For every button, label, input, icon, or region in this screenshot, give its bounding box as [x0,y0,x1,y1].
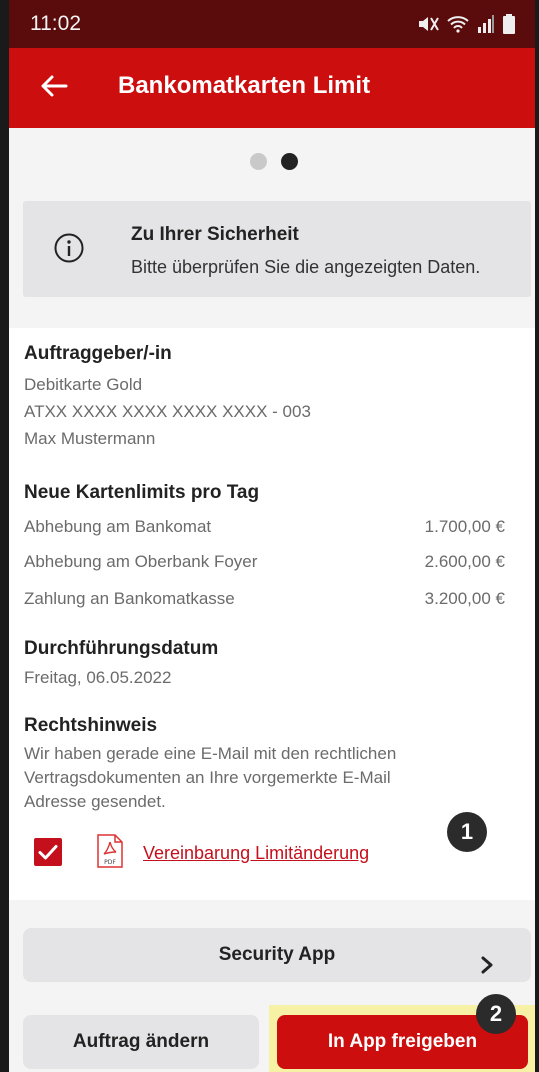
app-bar: Bankomatkarten Limit [0,48,539,128]
page-dot-1[interactable] [250,153,267,170]
legal-text-line: Wir haben gerade eine E-Mail mit den rec… [24,744,397,763]
wifi-icon [447,15,469,38]
limit-label: Abhebung am Oberbank Foyer [24,552,258,571]
limit-amount: 2.600,00 € [424,552,505,571]
status-bar: 11:02 [0,0,539,48]
orderer-heading: Auftraggeber/-in [24,343,172,364]
info-circle-icon [53,232,85,264]
limit-amount: 3.200,00 € [424,589,505,608]
orderer-name: Max Mustermann [24,429,156,448]
page-title: Bankomatkarten Limit [118,72,371,99]
chevron-right-icon [479,943,495,974]
limit-label: Zahlung an Bankomatkasse [24,589,235,608]
limits-heading: Neue Kartenlimits pro Tag [24,482,260,503]
limit-amount: 1.700,00 € [424,517,505,536]
security-notice-text: Bitte überprüfen Sie die angezeigten Dat… [131,257,481,277]
legal-text-line: Vertragsdokumenten an Ihre vorgemerkte E… [24,768,391,787]
limit-label: Abhebung am Bankomat [24,517,212,536]
pdf-file-icon[interactable]: PDF [97,834,123,868]
orderer-account: ATXX XXXX XXXX XXXX XXXX - 003 [24,402,311,421]
app-screen: 11:02 Bankomatkarten Limit Zu Ihrer Sich… [0,0,539,1072]
page-dot-2-active[interactable] [281,153,298,170]
execution-date: Freitag, 06.05.2022 [24,668,172,687]
step-badge-1: 1 [447,812,487,852]
device-frame-right [535,0,539,1072]
orderer-card: Debitkarte Gold [24,375,143,394]
agreement-document-link[interactable]: Vereinbarung Limitänderung [143,843,369,864]
status-time: 11:02 [30,12,81,35]
legal-text-line: Adresse gesendet. [24,792,166,811]
signal-icon [477,15,495,38]
arrow-left-icon[interactable] [36,68,72,104]
change-order-button[interactable]: Auftrag ändern [23,1015,259,1069]
mute-icon [417,14,439,39]
security-notice: Zu Ihrer Sicherheit Bitte überprüfen Sie… [23,201,531,297]
document-checkbox[interactable] [34,838,62,866]
legal-heading: Rechtshinweis [24,715,158,736]
security-app-button-label: Security App [218,944,336,965]
execution-heading: Durchführungsdatum [24,638,219,659]
step-badge-2: 2 [476,994,516,1034]
svg-text:PDF: PDF [104,859,116,866]
page-indicator [250,153,298,170]
status-icons [417,14,515,39]
checkmark-icon [38,845,58,860]
device-frame-left [0,0,9,1072]
security-notice-heading: Zu Ihrer Sicherheit [131,224,299,245]
battery-icon [503,14,515,39]
security-app-button[interactable]: Security App [23,928,531,982]
